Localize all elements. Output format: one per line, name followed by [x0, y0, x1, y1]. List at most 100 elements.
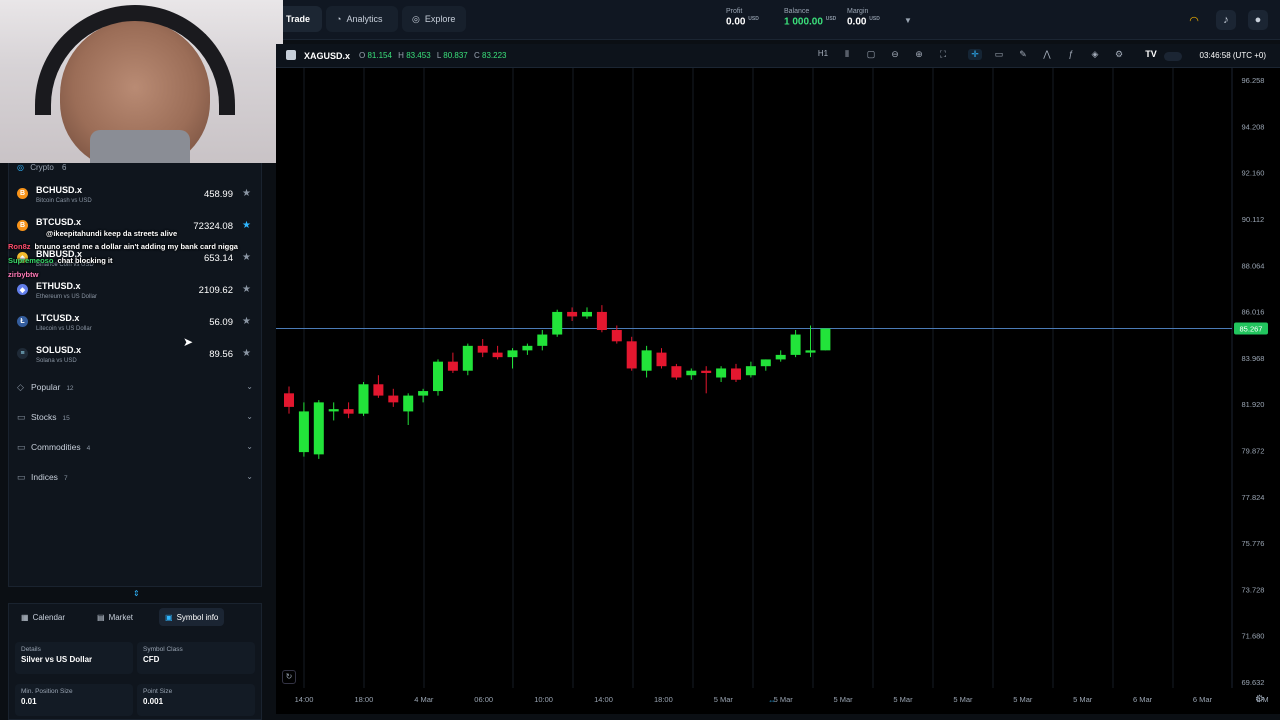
user-icon[interactable]: ● [1248, 10, 1268, 30]
candle-body [492, 352, 503, 358]
group-title: Crypto [30, 163, 54, 172]
candle-body [537, 334, 548, 346]
group-count: 6 [62, 163, 67, 172]
candle-body [418, 391, 429, 396]
candle-body [477, 345, 488, 353]
panel-resize-handle-icon[interactable]: ⇕ [133, 589, 140, 598]
analytics-icon: ◔ [336, 14, 342, 24]
candle-body [745, 366, 756, 376]
chart-symbol[interactable]: XAGUSD.x [304, 51, 350, 61]
info-value: 0.01 [21, 697, 37, 706]
nav-analytics-label: Analytics [346, 14, 383, 24]
candle-body [328, 409, 339, 412]
y-axis-tick-label: 71.680 [1242, 632, 1265, 641]
crypto-group-icon: ◎ [17, 163, 24, 172]
layers-icon[interactable]: ◈ [1088, 49, 1102, 60]
candlestick-chart[interactable]: 96.258 94.208 92.160 90.112 88.064 86.016 83.9… [276, 68, 1280, 714]
category-stocks[interactable]: ▭ Stocks 15 ⌄ [9, 407, 263, 431]
chevron-down-icon: ⌄ [246, 442, 253, 451]
chat-text: @ikeepitahundi keep da streets alive [46, 229, 178, 238]
nav-analytics[interactable]: ◔ Analytics [326, 6, 398, 32]
margin-value: 0.00 [847, 16, 867, 28]
candle-body [611, 330, 622, 342]
symbol-row-ethusd[interactable]: ◆ ETHUSD.x Ethereum vs US Dollar 2109.62… [9, 279, 263, 311]
zoom-out-icon[interactable]: ⊖ [888, 49, 902, 60]
candle-body [373, 384, 384, 396]
horizontal-line-icon[interactable]: ▭ [992, 49, 1006, 60]
tab-calendar[interactable]: ▦ Calendar [15, 608, 71, 626]
x-axis-tick-label: 5 Mar [714, 695, 734, 704]
tab-market[interactable]: ▤ Market [91, 608, 139, 626]
category-indices[interactable]: ▭ Indices 7 ⌄ [9, 467, 263, 491]
wifi-icon: ◠ [1189, 14, 1199, 27]
ethereum-icon: ◆ [17, 284, 28, 295]
toggle-switch[interactable] [1164, 52, 1182, 61]
x-axis-tick-label: 5 Mar [774, 695, 794, 704]
open-value: 81.154 [367, 51, 392, 60]
scroll-time-handle-icon[interactable]: ⇔ [768, 696, 776, 705]
timeframe-button[interactable]: H1 [816, 49, 830, 58]
group-header-crypto[interactable]: ◎ Crypto 6 [17, 163, 66, 172]
category-name: Commodities [31, 442, 81, 452]
candle-type-icon[interactable]: ⫴ [840, 49, 854, 60]
candle-body [656, 352, 667, 367]
symbol-price: 89.56 [209, 349, 233, 360]
symbol-name: BCHUSD.x [36, 185, 83, 195]
commodities-icon: ▭ [17, 442, 26, 452]
y-axis-tick-label: 92.160 [1242, 169, 1265, 178]
symbol-price: 653.14 [203, 253, 233, 264]
indicators-icon[interactable]: ƒ [1064, 49, 1078, 59]
margin-currency: USD [869, 16, 880, 22]
candle-body [716, 368, 727, 378]
fullscreen-icon[interactable]: ⛶ [936, 49, 950, 60]
reset-view-icon[interactable]: ↻ [282, 670, 296, 684]
candle-body [433, 361, 443, 392]
tab-symbol-info[interactable]: ▣ Symbol info [159, 608, 225, 626]
settings-gear-icon[interactable]: ⚙ [1112, 49, 1126, 60]
chat-user: Ron8z [8, 242, 31, 251]
category-count: 15 [62, 415, 70, 422]
tab-label: Symbol info [176, 612, 219, 622]
y-axis-tick-label: 75.776 [1242, 539, 1265, 548]
litecoin-icon: Ł [17, 316, 28, 327]
rectangle-icon[interactable]: ▢ [864, 49, 878, 60]
candle-body [596, 311, 607, 331]
chat-text: chat blocking it [57, 256, 113, 265]
category-name: Stocks [31, 412, 57, 422]
account-dropdown-chevron-icon[interactable]: ▼ [898, 10, 918, 30]
pencil-icon[interactable]: ✎ [1016, 49, 1030, 60]
favorite-star-icon[interactable]: ★ [242, 316, 251, 327]
chat-message: Supremeoso chat blocking it [8, 256, 112, 265]
favorite-star-icon[interactable]: ★ [242, 284, 251, 295]
price-chart[interactable]: 96.258 94.208 92.160 90.112 88.064 86.016 83.9… [276, 68, 1280, 714]
favorite-star-icon[interactable]: ★ [242, 188, 251, 199]
category-popular[interactable]: ◇ Popular 12 ⌄ [9, 377, 263, 401]
symbol-row-bchusd[interactable]: B BCHUSD.x Bitcoin Cash vs USD 458.99 ★ [9, 183, 263, 215]
category-commodities[interactable]: ▭ Commodities 4 ⌄ [9, 437, 263, 461]
trading-app: Trade ◔ Analytics ◎ Explore Profit 0.00 … [0, 0, 1280, 720]
chart-settings-icon[interactable]: ⚙ [1255, 694, 1264, 705]
webcam-overlay [0, 0, 283, 163]
balance-stat: Balance 1 000.00 USD [784, 8, 836, 27]
x-axis-tick-label: 6 Mar [1193, 695, 1213, 704]
symbol-row-solusd[interactable]: ≡ SOLUSD.x Solana vs USD 89.56 ★ [9, 343, 263, 375]
symbol-description: Ethereum vs US Dollar [36, 294, 98, 300]
tab-label: Market [108, 612, 134, 622]
symbol-price: 72324.08 [193, 221, 233, 232]
crosshair-icon[interactable]: ✛ [968, 49, 982, 60]
symbol-name: SOLUSD.x [36, 345, 82, 355]
zoom-in-icon[interactable]: ⊕ [912, 49, 926, 60]
x-axis-tick-label: 6 Mar [1133, 695, 1153, 704]
candle-body [790, 334, 801, 355]
nav-explore[interactable]: ◎ Explore [402, 6, 466, 32]
bitcoin-cash-icon: B [17, 188, 28, 199]
symbol-name: ETHUSD.x [36, 281, 81, 291]
tradingview-logo-icon: TV [1145, 49, 1157, 59]
favorite-star-icon[interactable]: ★ [242, 252, 251, 263]
bell-icon[interactable]: ♪ [1216, 10, 1236, 30]
favorite-star-icon[interactable]: ★ [242, 220, 251, 231]
favorite-star-icon[interactable]: ★ [242, 348, 251, 359]
symbol-row-ltcusd[interactable]: Ł LTCUSD.x Litecoin vs US Dollar 56.09 ★ [9, 311, 263, 343]
trend-tool-icon[interactable]: ⋀ [1040, 49, 1054, 60]
low-label: L [436, 51, 442, 60]
